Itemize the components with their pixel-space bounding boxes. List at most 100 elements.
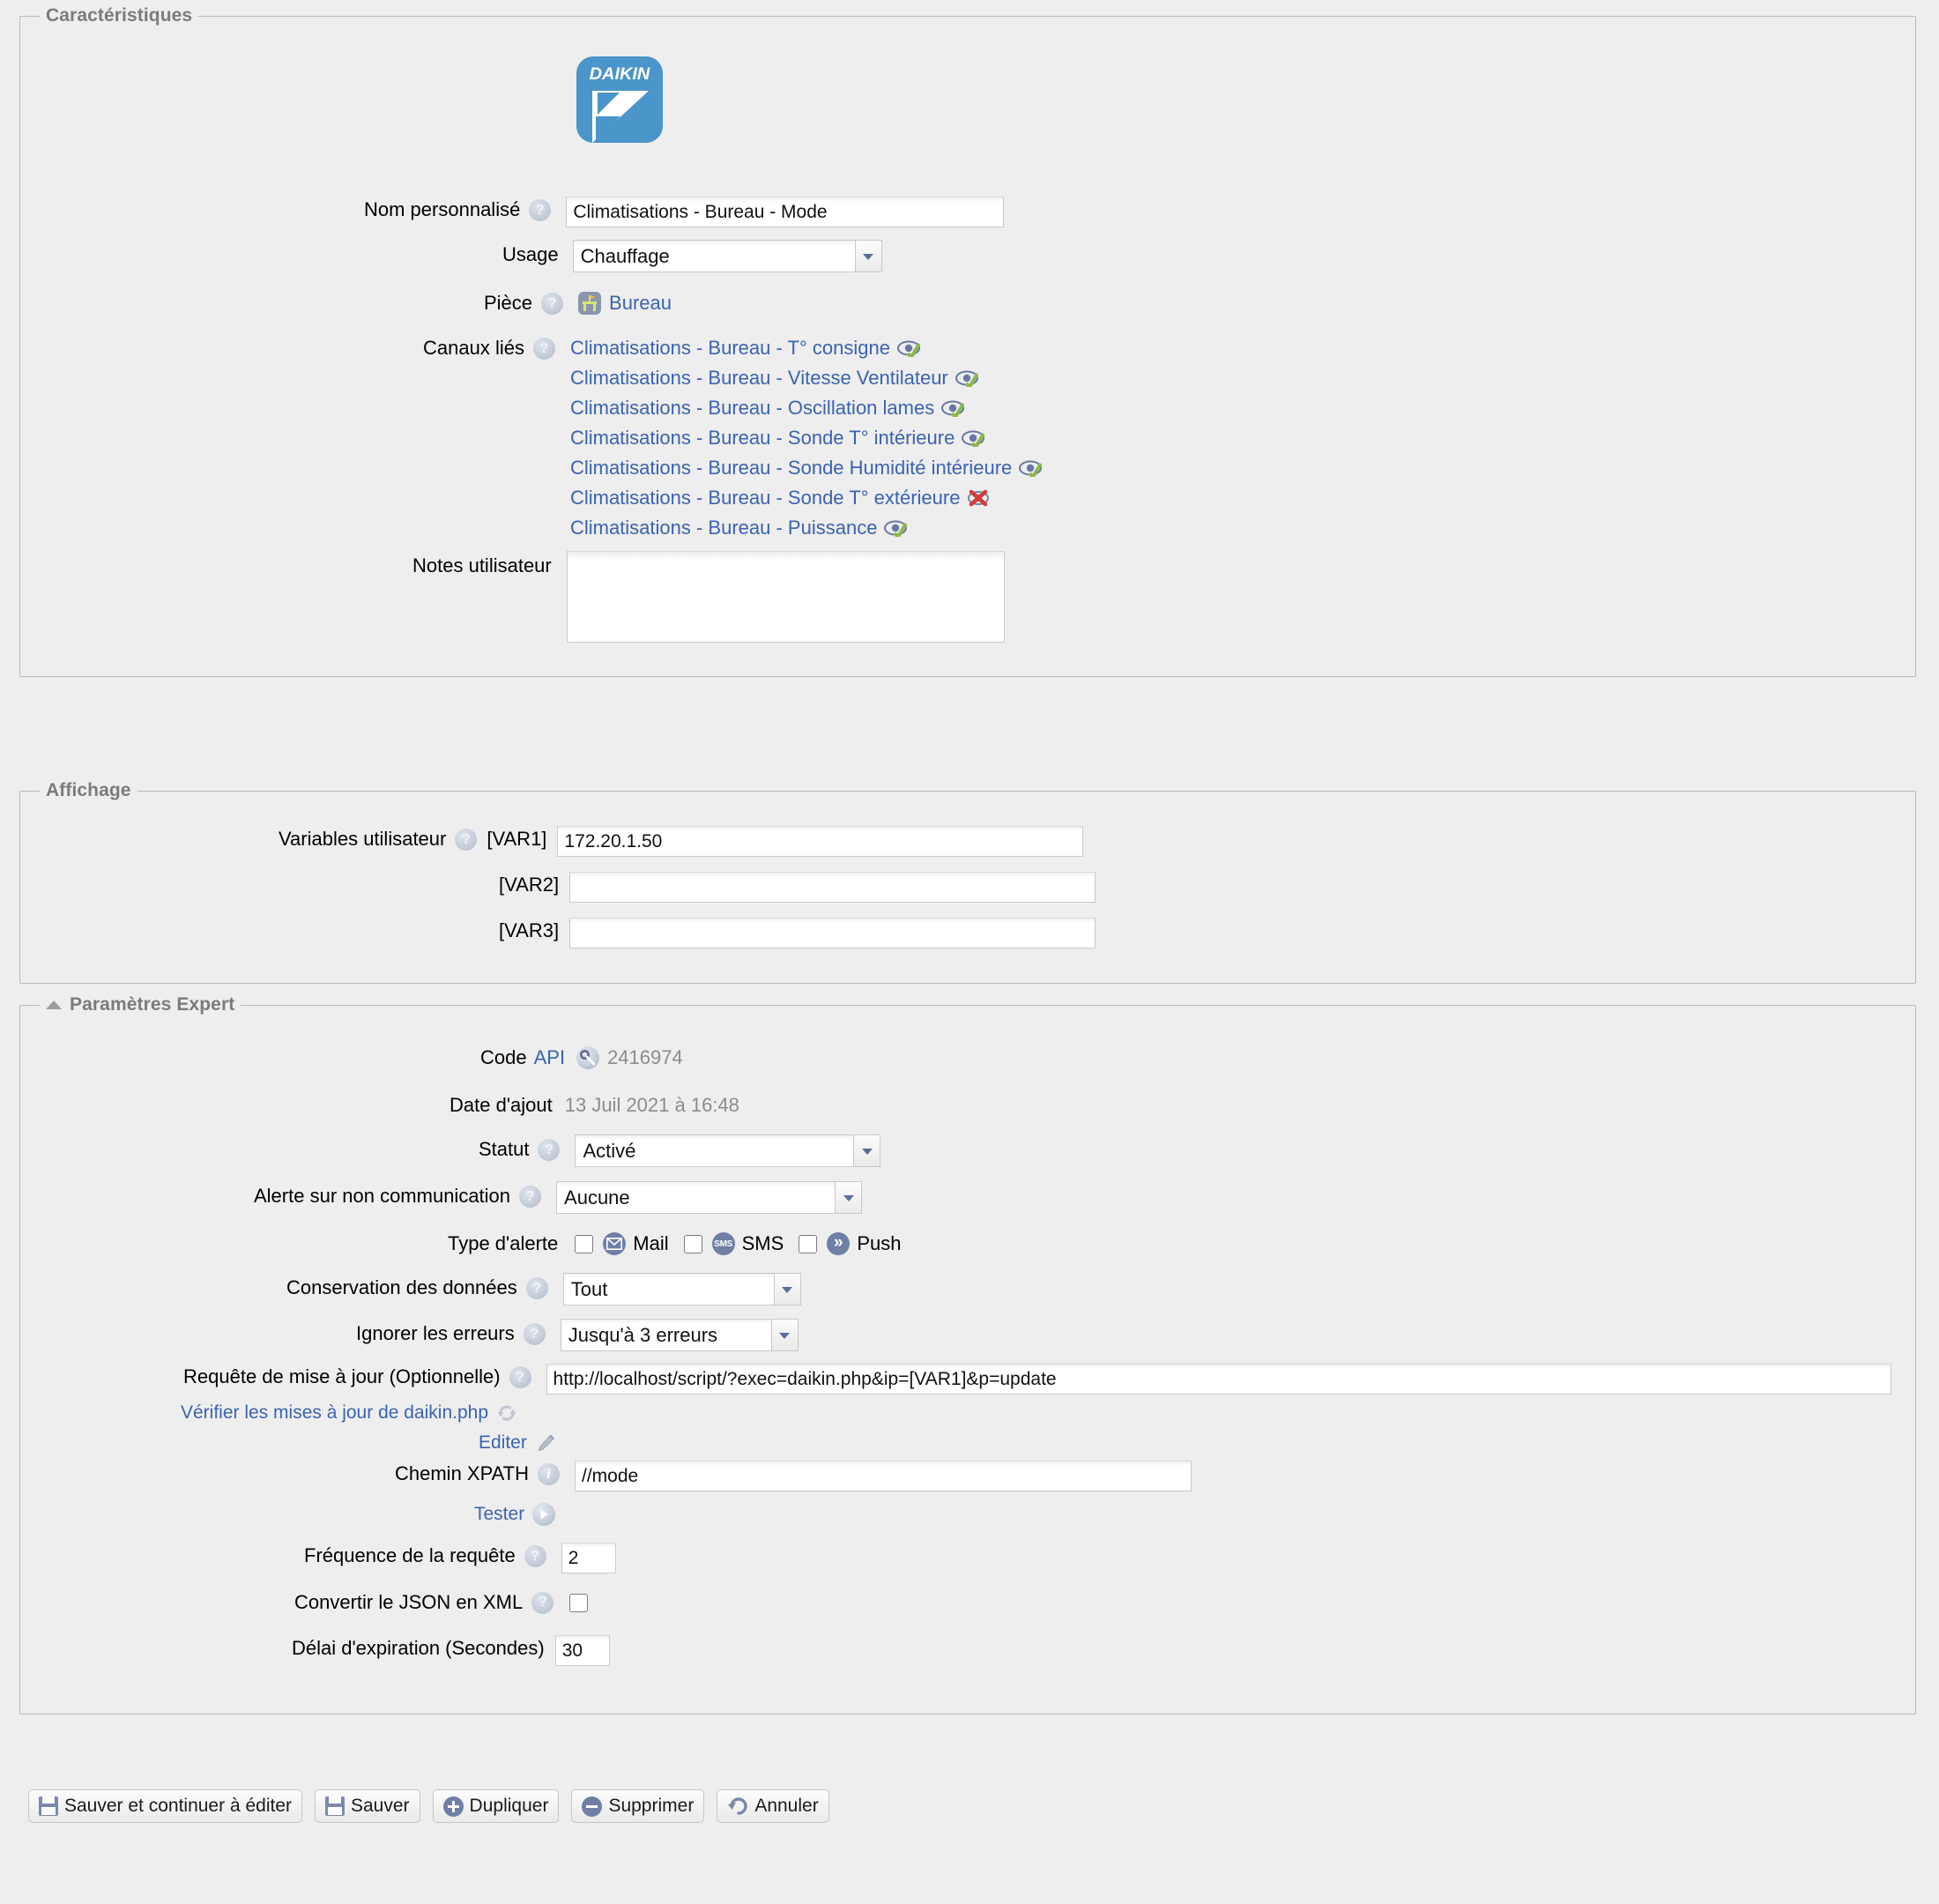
var1-input[interactable] (557, 826, 1084, 857)
help-icon[interactable]: ? (509, 1366, 531, 1388)
chemin-xpath-input[interactable] (575, 1461, 1192, 1491)
save-and-continue-button[interactable]: Sauver et continuer à éditer (28, 1789, 302, 1823)
channel-link[interactable]: Climatisations - Bureau - Sonde T° extér… (570, 483, 960, 513)
usage-label: Usage (502, 243, 559, 265)
eye-cross-icon[interactable] (967, 489, 990, 507)
pencil-icon-glyph (538, 1434, 554, 1452)
api-link[interactable]: API (534, 1043, 565, 1073)
sms-icon-glyph: SMS (714, 1238, 733, 1249)
sms-icon: SMS (711, 1232, 735, 1255)
pencil-icon[interactable] (535, 1432, 556, 1454)
verifier-mises-a-jour-link[interactable]: Vérifier les mises à jour de daikin.php (181, 1398, 488, 1428)
help-icon[interactable]: ? (525, 1277, 548, 1299)
row-statut: Statut ? Activé (479, 1134, 881, 1167)
chevron-down-icon[interactable] (836, 1181, 863, 1214)
canaux-lies-label: Canaux liés (423, 337, 524, 359)
help-icon[interactable]: ? (455, 829, 478, 851)
eye-check-icon[interactable] (941, 399, 965, 417)
row-editer: Editer (479, 1428, 556, 1458)
mail-alert-label: Mail (633, 1232, 669, 1254)
ignorer-erreurs-select-value: Jusqu'à 3 erreurs (560, 1319, 772, 1351)
statut-select[interactable]: Activé (575, 1134, 881, 1167)
channel-link[interactable]: Climatisations - Bureau - Vitesse Ventil… (570, 363, 948, 393)
conservation-donnees-select[interactable]: Tout (562, 1273, 801, 1305)
ignorer-erreurs-select[interactable]: Jusqu'à 3 erreurs (560, 1319, 799, 1351)
frequence-requete-label: Fréquence de la requête (304, 1544, 516, 1566)
row-requete-mise-a-jour: Requête de mise à jour (Optionnelle) ? (183, 1362, 1891, 1395)
list-item: Climatisations - Bureau - Sonde T° extér… (570, 483, 1042, 513)
collapse-triangle-icon[interactable] (46, 1000, 62, 1009)
eye-check-icon[interactable] (955, 369, 978, 387)
push-icon-glyph: » (834, 1233, 843, 1252)
requete-mise-a-jour-input[interactable] (546, 1364, 1891, 1395)
desk-icon-glyph (583, 295, 598, 311)
chevron-down-icon[interactable] (771, 1319, 799, 1351)
help-icon[interactable]: ? (538, 1139, 561, 1161)
eye-check-icon[interactable] (884, 519, 908, 537)
var1-label: [VAR1] (487, 828, 547, 850)
alerte-non-communication-select[interactable]: Aucune (556, 1181, 863, 1214)
notes-utilisateur-textarea[interactable] (566, 551, 1005, 643)
undo-icon (727, 1796, 748, 1816)
duplicate-button[interactable]: Dupliquer (432, 1789, 560, 1823)
conservation-donnees-label: Conservation des données (286, 1276, 517, 1298)
list-item: Climatisations - Bureau - Puissance (570, 513, 1042, 543)
nom-personnalise-input[interactable] (566, 197, 1005, 227)
cancel-button[interactable]: Annuler (717, 1789, 829, 1823)
help-icon[interactable]: ? (532, 338, 555, 360)
channel-link[interactable]: Climatisations - Bureau - Puissance (570, 513, 877, 543)
tester-link[interactable]: Tester (474, 1499, 524, 1529)
list-item: Climatisations - Bureau - Oscillation la… (570, 393, 1042, 423)
help-icon[interactable]: ? (519, 1186, 542, 1208)
usage-select[interactable]: Chauffage (572, 240, 882, 272)
row-type-alerte: Type d'alerte Mail SMS SMS » Push (448, 1229, 901, 1259)
section-affichage-legend: Affichage (40, 780, 137, 801)
row-conservation-donnees: Conservation des données ? Tout (286, 1273, 801, 1305)
usage-select-value: Chauffage (572, 240, 856, 272)
save-button[interactable]: Sauver (315, 1789, 420, 1823)
help-icon[interactable]: ? (524, 1545, 546, 1567)
list-item: Climatisations - Bureau - Sonde Humidité… (570, 453, 1043, 483)
chevron-down-icon[interactable] (774, 1273, 801, 1305)
eye-check-icon[interactable] (896, 339, 920, 357)
help-icon[interactable]: ? (531, 1591, 554, 1614)
var3-input[interactable] (569, 918, 1096, 948)
channel-link[interactable]: Climatisations - Bureau - Sonde T° intér… (570, 423, 955, 453)
frequence-requete-input[interactable] (561, 1543, 616, 1573)
piece-link[interactable]: Bureau (609, 288, 672, 318)
date-ajout-value: 13 Juil 2021 à 16:48 (564, 1094, 739, 1116)
form-actions: Sauver et continuer à éditer Sauver Dupl… (28, 1789, 829, 1823)
play-icon[interactable] (532, 1503, 556, 1526)
var2-input[interactable] (569, 872, 1096, 903)
mail-icon (603, 1232, 627, 1255)
conservation-donnees-select-value: Tout (562, 1273, 775, 1305)
help-icon[interactable]: ? (523, 1323, 546, 1345)
delai-expiration-input[interactable] (554, 1635, 610, 1666)
convertir-json-xml-checkbox[interactable] (569, 1593, 589, 1612)
help-icon[interactable]: ? (529, 199, 552, 221)
eye-check-icon[interactable] (962, 429, 985, 447)
channel-link[interactable]: Climatisations - Bureau - Oscillation la… (570, 393, 934, 423)
eye-check-icon[interactable] (1019, 459, 1043, 477)
chevron-down-icon[interactable] (855, 240, 882, 272)
section-parametres-expert-legend[interactable]: Paramètres Expert (40, 994, 241, 1015)
row-verifier-mises-a-jour: Vérifier les mises à jour de daikin.php (181, 1398, 517, 1428)
statut-select-value: Activé (575, 1134, 855, 1167)
info-icon[interactable]: i (538, 1463, 561, 1485)
delete-button[interactable]: Supprimer (571, 1789, 705, 1823)
mail-alert-checkbox[interactable] (575, 1234, 594, 1253)
help-icon[interactable]: ? (541, 293, 564, 315)
editer-link[interactable]: Editer (479, 1428, 527, 1458)
channel-link[interactable]: Climatisations - Bureau - Sonde Humidité… (570, 453, 1012, 483)
section-caracteristiques-legend: Caractéristiques (40, 5, 199, 26)
date-ajout-label: Date d'ajout (449, 1094, 553, 1116)
refresh-icon[interactable] (496, 1402, 517, 1424)
row-var3: [VAR3] (499, 916, 1096, 948)
sms-alert-checkbox[interactable] (683, 1234, 702, 1253)
chevron-down-icon[interactable] (854, 1134, 881, 1167)
push-alert-checkbox[interactable] (799, 1234, 818, 1253)
push-alert-label: Push (857, 1232, 902, 1254)
channel-link[interactable]: Climatisations - Bureau - T° consigne (570, 333, 890, 363)
undo-icon-glyph (728, 1797, 747, 1815)
row-chemin-xpath: Chemin XPATH i (395, 1459, 1192, 1491)
